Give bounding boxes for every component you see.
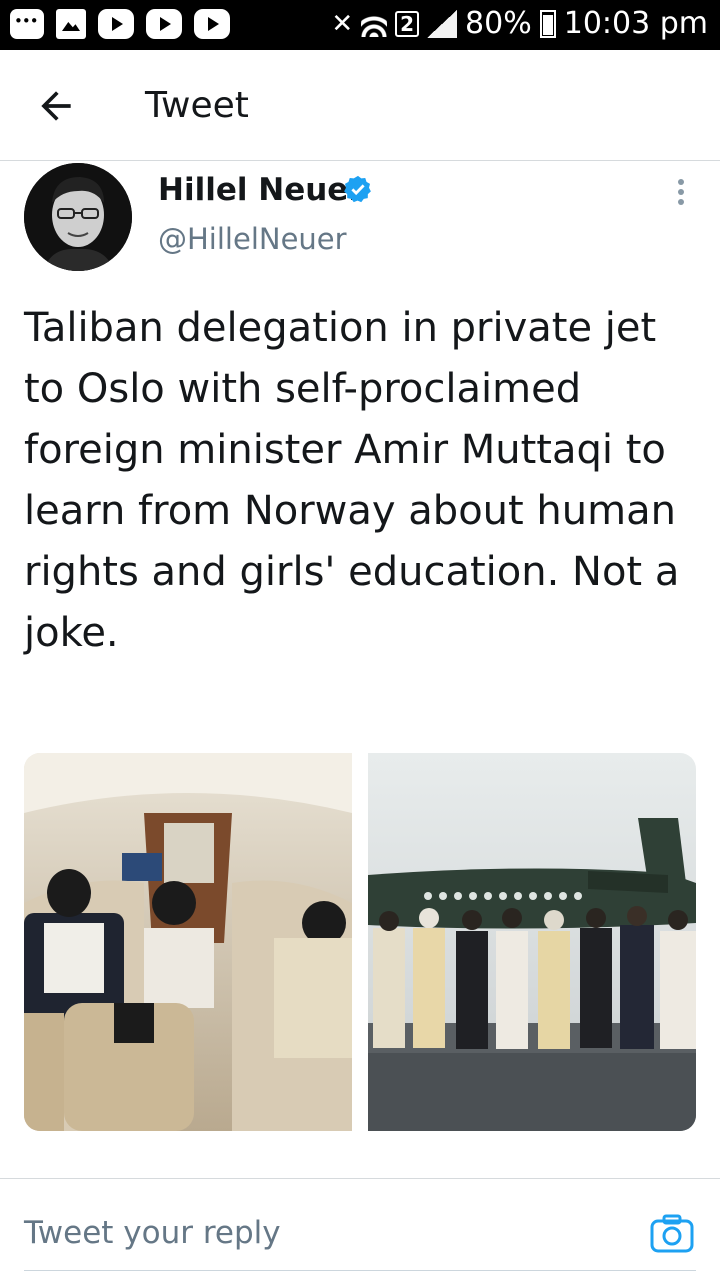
battery-percent: 80% — [465, 6, 532, 41]
verified-badge-icon — [344, 175, 371, 203]
system-icons: ✕ 2 80% 10:03 pm — [331, 6, 708, 41]
avatar[interactable] — [24, 163, 132, 271]
reply-underline — [24, 1270, 696, 1271]
mute-icon: ✕ — [331, 8, 354, 39]
author-name[interactable]: Hillel Neuer — [158, 172, 364, 208]
back-arrow-icon[interactable] — [34, 84, 78, 128]
image-icon — [56, 9, 86, 39]
youtube-icon — [98, 9, 134, 39]
camera-icon[interactable] — [650, 1213, 694, 1253]
author-handle[interactable]: @HillelNeuer — [158, 222, 347, 256]
tweet-photo-tarmac[interactable] — [368, 753, 696, 1131]
youtube-icon — [146, 9, 182, 39]
tweet-text: Taliban delegation in private jet to Osl… — [24, 305, 680, 656]
tweet-photo-cabin[interactable] — [24, 753, 352, 1131]
youtube-icon — [194, 9, 230, 39]
more-options-icon[interactable] — [676, 178, 686, 206]
message-icon — [10, 9, 44, 39]
battery-icon — [539, 9, 556, 38]
wifi-icon — [361, 10, 388, 37]
notification-icons — [10, 9, 230, 39]
status-bar: ✕ 2 80% 10:03 pm — [0, 0, 720, 50]
clock: 10:03 pm — [563, 6, 708, 41]
signal-icon — [427, 9, 458, 38]
reply-input[interactable]: Tweet your reply — [24, 1215, 281, 1251]
top-app-bar: Tweet — [0, 50, 720, 161]
page-title: Tweet — [145, 85, 249, 126]
sim-slot-badge: 2 — [395, 10, 420, 37]
reply-composer-bar: Tweet your reply — [0, 1178, 720, 1281]
